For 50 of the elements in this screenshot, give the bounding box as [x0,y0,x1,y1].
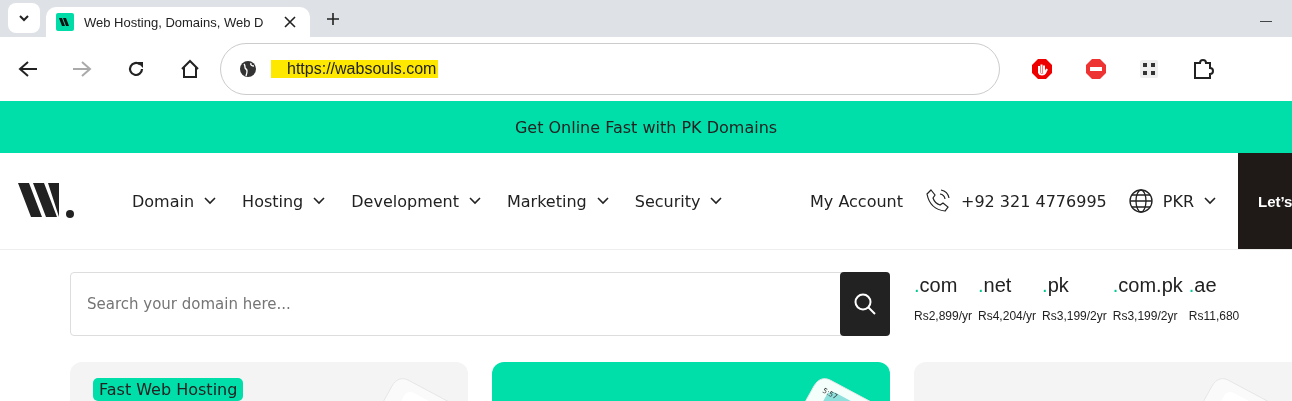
puzzle-icon[interactable] [1192,58,1214,80]
logo-icon[interactable] [18,183,76,219]
new-tab-icon[interactable] [326,12,340,26]
globe-icon [239,60,257,78]
qr-code-icon[interactable] [1140,60,1158,78]
nav-menu-item[interactable]: Security [634,191,723,211]
chevron-icon [204,197,217,205]
back-icon[interactable] [18,60,38,78]
chevron-icon [1204,197,1216,205]
domain-price: Rs3,199/2yr [1112,309,1179,323]
home-icon[interactable] [180,59,200,79]
chevron-icon [596,197,609,205]
minimize-icon[interactable] [1260,21,1272,23]
tab-search-button[interactable] [8,3,40,33]
search-bar[interactable]: Search your domain here... [70,272,890,336]
nav-menu-item[interactable]: Development [351,191,481,211]
close-icon[interactable] [284,16,296,28]
currency-dropdown[interactable]: PKR [1128,189,1216,213]
domain-extension: .net [978,274,1013,297]
url-text: https://wabsouls.com [271,60,439,78]
chevron-icon [710,197,723,205]
globe-icon [1128,189,1153,213]
tab-title: Web Hosting, Domains, Web D [84,14,265,30]
phone-link[interactable]: +92 321 4776995 [925,188,1107,214]
nav-menu-item[interactable]: Domain [132,191,217,211]
search-icon [854,293,876,315]
domain-extension: .com [914,274,959,297]
domain-price: Rs4,204/yr [978,309,1037,323]
nav-menu-item[interactable]: Marketing [507,191,609,211]
domain-price: Rs11,680 [1188,309,1240,323]
domain-extension: .pk [1042,274,1070,297]
nav-menu-item[interactable]: Hosting [242,191,326,211]
chevron-icon [313,197,326,205]
banner-text: Get Online Fast with PK Domains [514,117,778,137]
caret-icon [18,14,30,22]
domain-extension: .ae [1188,274,1218,297]
domain-extension: .com.pk [1112,274,1183,297]
browser-tab[interactable]: Web Hosting, Domains, Web D [46,7,310,37]
adblock-icon[interactable] [1086,59,1106,79]
reload-icon[interactable] [126,59,146,79]
domain-price: Rs2,899/yr [914,309,973,323]
card-badge: Fast Web Hosting [93,378,244,401]
search-button[interactable] [840,272,890,336]
phone-icon [925,188,951,214]
cta-button[interactable]: Let’s [1238,153,1292,249]
chevron-icon [469,197,481,205]
domain-price: Rs3,199/2yr [1042,309,1107,323]
hand-stop-icon[interactable] [1032,59,1052,79]
account-link[interactable]: My Account [810,191,903,211]
site-favicon-icon [56,13,74,31]
